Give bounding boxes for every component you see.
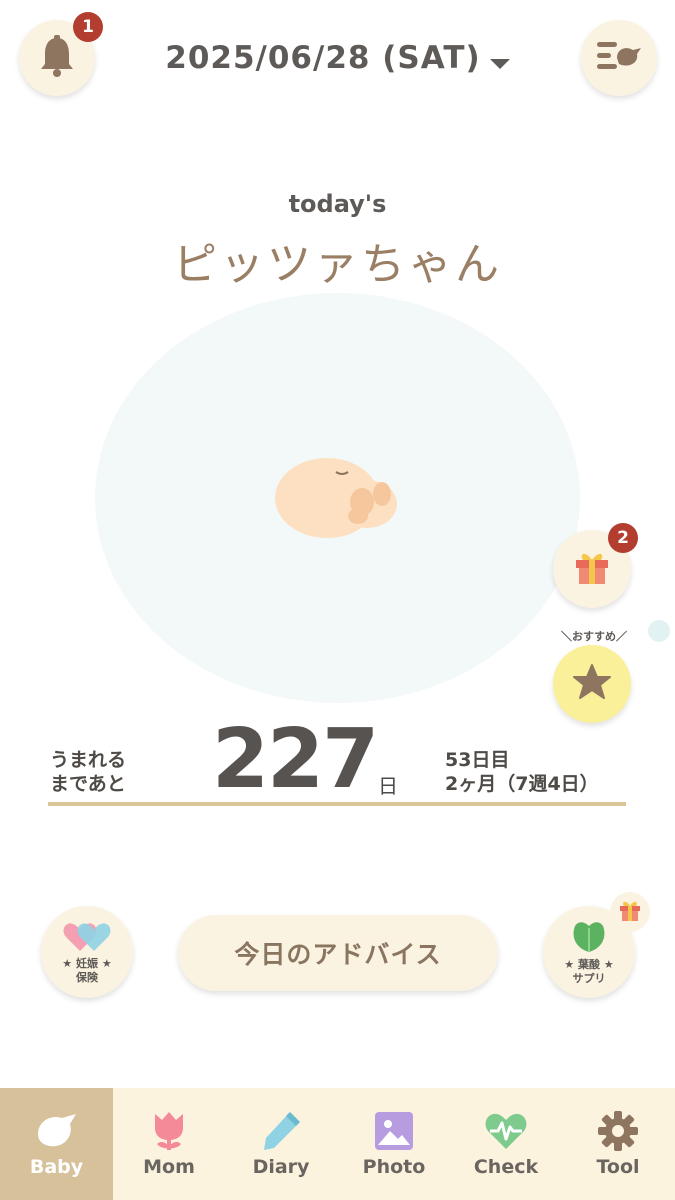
small-gift-icon <box>618 898 642 926</box>
insurance-button[interactable]: ★ 妊娠 ★ 保険 <box>41 906 133 998</box>
leaf-icon <box>569 918 609 958</box>
until-birth-label: うまれる まであと <box>50 748 126 796</box>
todays-label: today's <box>288 190 387 218</box>
current-date: 2025/06/28 (SAT) <box>165 40 481 76</box>
tab-baby-label: Baby <box>29 1156 84 1178</box>
tab-photo-label: Photo <box>362 1156 426 1178</box>
heartbeat-icon <box>481 1110 531 1152</box>
until-birth-line2: まであと <box>50 773 126 795</box>
photo-icon <box>369 1110 419 1152</box>
tab-mom[interactable]: Mom <box>113 1088 225 1200</box>
fetus-illustration[interactable] <box>272 452 402 544</box>
bird-icon <box>32 1110 82 1152</box>
pregnancy-day-count: 53日目 2ヶ月（7週4日） <box>445 748 599 796</box>
menu-button[interactable] <box>581 20 657 96</box>
tulip-icon <box>144 1110 194 1152</box>
tab-check[interactable]: Check <box>450 1088 562 1200</box>
baby-name: ピッツァちゃん <box>173 239 502 290</box>
tab-mom-label: Mom <box>143 1156 195 1178</box>
tab-photo[interactable]: Photo <box>338 1088 450 1200</box>
supplement-label-line2: サプリ <box>572 972 606 985</box>
insurance-label-line2: 保険 <box>76 971 98 984</box>
star-icon <box>573 664 611 704</box>
day-count-line2: 2ヶ月（7週4日） <box>445 773 599 795</box>
date-selector[interactable]: 2025/06/28 (SAT) <box>0 40 675 76</box>
gear-icon <box>593 1110 643 1152</box>
chevron-down-icon <box>489 54 510 73</box>
tab-diary[interactable]: Diary <box>225 1088 337 1200</box>
gift-icon <box>573 548 611 590</box>
recommend-button[interactable] <box>553 645 631 723</box>
menu-bird-icon <box>595 38 643 78</box>
notification-badge: 1 <box>73 12 103 42</box>
insurance-label-line1: ★ 妊娠 ★ <box>62 957 112 970</box>
until-birth-line1: うまれる <box>50 749 127 771</box>
hearts-icon <box>62 919 112 957</box>
pencil-icon <box>256 1110 306 1152</box>
bottom-nav: Baby Mom Diary Photo Check Tool <box>0 1088 675 1200</box>
todays-advice-button[interactable]: 今日のアドバイス <box>178 915 498 991</box>
tab-tool[interactable]: Tool <box>562 1088 674 1200</box>
days-unit: 日 <box>378 774 398 798</box>
tab-diary-label: Diary <box>252 1156 310 1178</box>
supplement-label-line1: ★ 葉酸 ★ <box>564 958 614 971</box>
recommend-label: ＼おすすめ／ <box>561 630 627 643</box>
tab-tool-label: Tool <box>596 1156 640 1178</box>
tab-baby[interactable]: Baby <box>0 1088 113 1200</box>
floating-bubble-dot <box>648 620 670 642</box>
day-count-line1: 53日目 <box>445 749 510 771</box>
tab-check-label: Check <box>473 1156 539 1178</box>
countdown-divider <box>48 802 626 806</box>
days-remaining: 227 <box>212 712 379 807</box>
supplement-gift-tag <box>610 892 650 932</box>
gift-badge: 2 <box>608 523 638 553</box>
